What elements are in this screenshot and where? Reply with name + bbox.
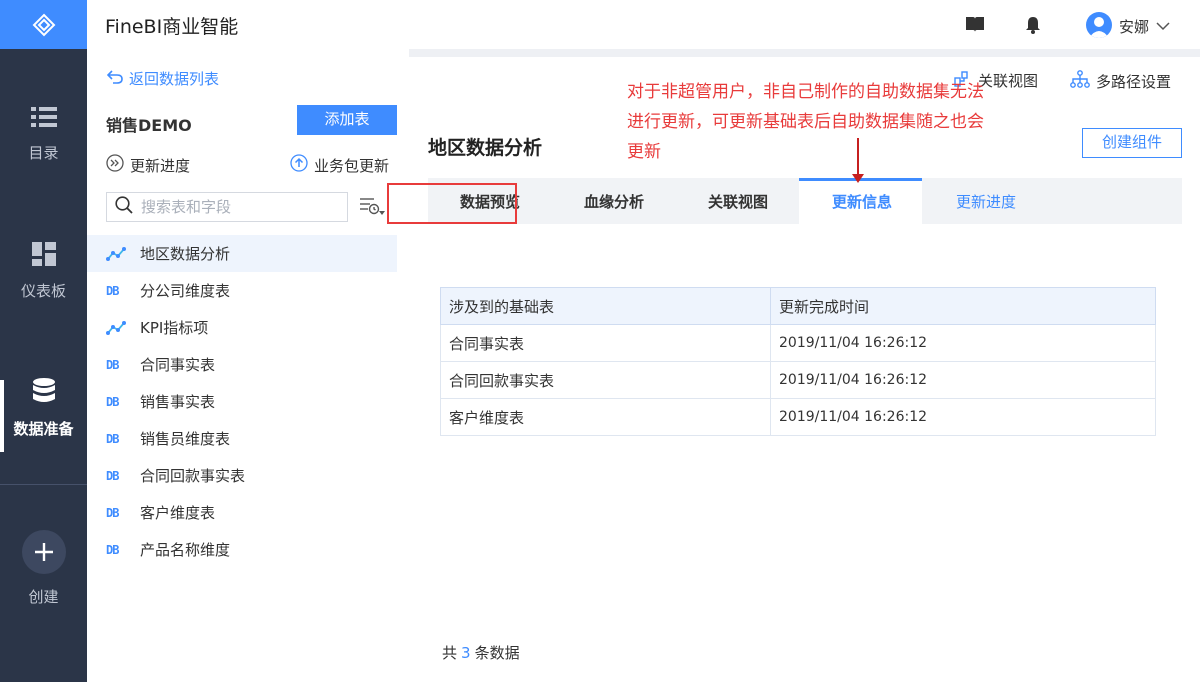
search-icon <box>115 196 133 218</box>
table-cell: 合同回款事实表 <box>440 361 771 399</box>
create-component-button[interactable]: 创建组件 <box>1082 128 1182 158</box>
row-count-number: 3 <box>461 644 471 662</box>
db-icon: DB <box>106 431 119 446</box>
update-progress-label: 更新进度 <box>130 156 191 175</box>
nav-create-button[interactable]: 创建 <box>0 530 87 607</box>
table-cell: 2019/11/04 16:26:12 <box>770 324 1156 362</box>
user-name[interactable]: 安娜 <box>1119 16 1149 37</box>
package-update-label: 业务包更新 <box>314 156 390 175</box>
table-name: 合同事实表 <box>140 356 216 374</box>
progress-icon <box>106 154 124 176</box>
nav-create-label: 创建 <box>28 588 59 606</box>
column-header: 涉及到的基础表 <box>440 287 771 325</box>
add-table-button[interactable]: 添加表 <box>297 105 397 135</box>
detail-tabs: 数据预览 血缘分析 关联视图 更新信息 更新进度 <box>428 178 1182 224</box>
search-input[interactable] <box>141 198 331 216</box>
nav-divider <box>0 484 87 485</box>
table-header-row: 涉及到的基础表 更新完成时间 <box>440 287 1156 325</box>
row-count-suffix: 条数据 <box>474 644 520 662</box>
update-progress-link[interactable]: 更新进度 <box>106 154 190 176</box>
nav-item-label: 目录 <box>28 144 59 162</box>
table-list: 地区数据分析 DB 分公司维度表 KPI指标项 DB 合同事实表 DB 销售事实… <box>87 235 409 568</box>
filter-sort-icon[interactable] <box>359 196 385 222</box>
db-icon: DB <box>106 283 119 298</box>
table-cell: 客户维度表 <box>440 398 771 436</box>
top-header: FineBI商业智能 安娜 <box>87 0 1200 49</box>
app-title: FineBI商业智能 <box>105 16 239 38</box>
back-to-list-link[interactable]: 返回数据列表 <box>106 68 220 89</box>
annotation-arrow-head <box>852 174 864 183</box>
nav-item-data-prep[interactable]: 数据准备 <box>0 378 87 439</box>
dataset-panel: 返回数据列表 销售DEMO 添加表 更新进度 业务包更新 地区数据分析 DB <box>87 49 409 682</box>
table-cell: 2019/11/04 16:26:12 <box>770 398 1156 436</box>
left-nav: 目录 仪表板 数据准备 创建 <box>0 0 87 682</box>
list-item[interactable]: DB 分公司维度表 <box>87 272 409 309</box>
avatar[interactable] <box>1086 12 1112 38</box>
chevron-down-icon[interactable] <box>1156 19 1170 35</box>
tab-update-progress[interactable]: 更新进度 <box>956 191 1016 212</box>
tab-relation-view[interactable]: 关联视图 <box>708 191 768 212</box>
bell-icon[interactable] <box>1025 16 1041 38</box>
plus-icon <box>21 530 66 574</box>
self-dataset-icon <box>106 246 128 261</box>
table-row: 合同回款事实表 2019/11/04 16:26:12 <box>440 361 1156 399</box>
db-icon: DB <box>106 357 119 372</box>
row-count: 共 3 条数据 <box>442 642 520 663</box>
table-name: 销售事实表 <box>140 393 216 411</box>
nav-item-catalog[interactable]: 目录 <box>0 106 87 163</box>
logo-icon[interactable] <box>0 0 87 49</box>
tab-data-preview[interactable]: 数据预览 <box>460 191 520 212</box>
db-icon: DB <box>106 542 119 557</box>
nav-item-label: 数据准备 <box>13 420 74 438</box>
list-item[interactable]: DB 合同事实表 <box>87 346 409 383</box>
list-item[interactable]: DB 合同回款事实表 <box>87 457 409 494</box>
nav-item-dashboard[interactable]: 仪表板 <box>0 242 87 301</box>
update-info-table: 涉及到的基础表 更新完成时间 合同事实表 2019/11/04 16:26:12… <box>440 287 1156 436</box>
dataset-detail: 地区数据分析 创建组件 数据预览 血缘分析 关联视图 更新信息 更新进度 涉及到… <box>409 108 1200 682</box>
hierarchy-icon <box>1070 70 1090 92</box>
table-name: 客户维度表 <box>140 504 216 522</box>
dashboard-icon <box>0 242 87 270</box>
annotation-note: 对于非超管用户，非自己制作的自助数据集无法进行更新，可更新基础表后自助数据集随之… <box>627 82 984 162</box>
list-item[interactable]: 地区数据分析 <box>87 235 397 272</box>
list-icon <box>0 106 87 132</box>
column-header: 更新完成时间 <box>770 287 1156 325</box>
table-row: 合同事实表 2019/11/04 16:26:12 <box>440 324 1156 362</box>
db-icon: DB <box>106 505 119 520</box>
multipath-label: 多路径设置 <box>1096 72 1172 91</box>
db-icon: DB <box>106 394 119 409</box>
table-name: 产品名称维度 <box>140 541 231 559</box>
search-box[interactable] <box>106 192 348 222</box>
table-cell: 合同事实表 <box>440 324 771 362</box>
table-cell: 2019/11/04 16:26:12 <box>770 361 1156 399</box>
back-link-label: 返回数据列表 <box>129 70 220 88</box>
table-name: KPI指标项 <box>140 319 209 337</box>
upload-icon <box>290 154 308 176</box>
nav-item-label: 仪表板 <box>20 282 66 300</box>
table-name: 销售员维度表 <box>140 430 231 448</box>
back-arrow-icon <box>106 69 123 88</box>
list-item[interactable]: KPI指标项 <box>87 309 409 346</box>
tab-lineage[interactable]: 血缘分析 <box>584 191 644 212</box>
multipath-settings-button[interactable]: 多路径设置 <box>1070 70 1171 92</box>
table-name: 分公司维度表 <box>140 282 231 300</box>
tab-update-info[interactable]: 更新信息 <box>832 191 892 212</box>
database-icon <box>0 378 87 408</box>
table-row: 客户维度表 2019/11/04 16:26:12 <box>440 398 1156 436</box>
self-dataset-icon <box>106 320 128 335</box>
db-icon: DB <box>106 468 119 483</box>
page-title: 地区数据分析 <box>428 137 543 159</box>
list-item[interactable]: DB 客户维度表 <box>87 494 409 531</box>
list-item[interactable]: DB 销售事实表 <box>87 383 409 420</box>
book-icon[interactable] <box>965 16 985 37</box>
table-name: 合同回款事实表 <box>140 467 246 485</box>
package-update-link[interactable]: 业务包更新 <box>290 154 389 176</box>
table-name: 地区数据分析 <box>140 245 231 263</box>
list-item[interactable]: DB 产品名称维度 <box>87 531 409 568</box>
annotation-arrow <box>857 138 859 178</box>
package-title: 销售DEMO <box>106 116 192 135</box>
list-item[interactable]: DB 销售员维度表 <box>87 420 409 457</box>
row-count-prefix: 共 <box>442 644 458 662</box>
